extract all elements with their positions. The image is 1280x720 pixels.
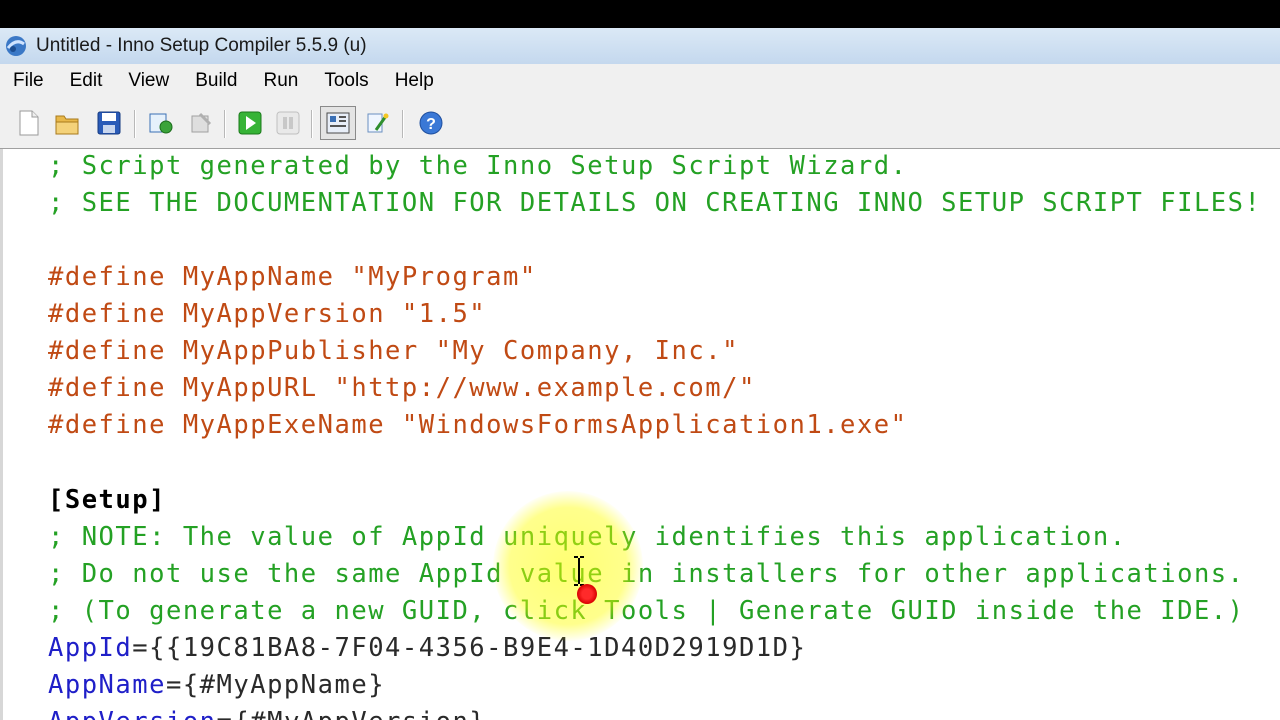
wizard-button[interactable] xyxy=(362,106,392,140)
code-line[interactable]: ; SEE THE DOCUMENTATION FOR DETAILS ON C… xyxy=(48,185,1261,222)
target-settings-icon xyxy=(326,112,350,134)
code-line[interactable]: ; Script generated by the Inno Setup Scr… xyxy=(48,149,907,185)
code-line[interactable]: ; Do not use the same AppId value in ins… xyxy=(48,556,1245,593)
toolbar-separator xyxy=(311,110,313,138)
code-key: AppId xyxy=(48,633,133,663)
wizard-icon xyxy=(367,113,389,133)
save-icon xyxy=(97,111,121,135)
menu-bar: File Edit View Build Run Tools Help xyxy=(0,64,1280,99)
code-line[interactable]: ; (To generate a new GUID, click Tools |… xyxy=(48,593,1245,630)
compile-button[interactable] xyxy=(146,106,176,140)
new-file-button[interactable] xyxy=(14,106,44,140)
code-line[interactable]: #define MyAppExeName "WindowsFormsApplic… xyxy=(48,407,907,444)
open-button[interactable] xyxy=(52,106,82,140)
code-line[interactable]: #define MyAppVersion "1.5" xyxy=(48,296,486,333)
ibeam-cursor-icon xyxy=(574,556,584,586)
open-folder-icon xyxy=(55,115,79,135)
code-line[interactable]: AppId={{19C81BA8-7F04-4356-B9E4-1D40D291… xyxy=(48,630,806,667)
code-line[interactable]: #define MyAppURL "http://www.example.com… xyxy=(48,370,756,407)
new-file-icon xyxy=(19,110,39,136)
menu-help[interactable]: Help xyxy=(382,64,447,98)
help-button[interactable]: ? xyxy=(416,106,446,140)
code-value: ={{19C81BA8-7F04-4356-B9E4-1D40D2919D1D} xyxy=(132,633,807,663)
menu-file[interactable]: File xyxy=(0,64,57,98)
compile-icon xyxy=(149,113,173,134)
toolbar-separator xyxy=(134,110,136,138)
title-bar: Untitled - Inno Setup Compiler 5.5.9 (u) xyxy=(0,28,1280,64)
menu-tools[interactable]: Tools xyxy=(311,64,381,98)
window-title: Untitled - Inno Setup Compiler 5.5.9 (u) xyxy=(36,35,367,56)
screen-top-bar xyxy=(0,0,1280,28)
cursor-highlight xyxy=(493,491,643,641)
svg-text:?: ? xyxy=(426,116,436,133)
script-editor[interactable]: ; Script generated by the Inno Setup Scr… xyxy=(0,149,1280,720)
code-value: ={#MyAppName} xyxy=(165,670,386,700)
menu-build[interactable]: Build xyxy=(182,64,250,98)
code-value: ={#MyAppVersion} xyxy=(217,707,487,720)
run-icon xyxy=(238,111,262,135)
code-line[interactable]: AppVersion={#MyAppVersion} xyxy=(48,704,486,720)
code-line[interactable]: #define MyAppPublisher "My Company, Inc.… xyxy=(48,333,739,370)
menu-view[interactable]: View xyxy=(115,64,182,98)
code-line[interactable]: #define MyAppName "MyProgram" xyxy=(48,259,537,296)
toolbar-separator xyxy=(402,110,404,138)
save-button[interactable] xyxy=(94,106,124,140)
click-indicator xyxy=(577,584,597,604)
menu-run[interactable]: Run xyxy=(250,64,311,98)
pause-icon xyxy=(276,111,300,135)
pause-button[interactable] xyxy=(273,106,303,140)
inno-setup-app-icon[interactable] xyxy=(4,34,28,58)
run-button[interactable] xyxy=(235,106,265,140)
code-line[interactable]: [Setup] xyxy=(48,482,166,519)
code-line[interactable]: AppName={#MyAppName} xyxy=(48,667,385,704)
code-key: AppName xyxy=(48,670,166,700)
toolbar-separator xyxy=(224,110,226,138)
menu-edit[interactable]: Edit xyxy=(57,64,116,98)
help-icon: ? xyxy=(419,111,443,135)
code-key: AppVersion xyxy=(48,707,217,720)
stop-compile-icon xyxy=(191,112,212,133)
stop-compile-button[interactable] xyxy=(186,106,216,140)
target-settings-button[interactable] xyxy=(320,106,356,140)
